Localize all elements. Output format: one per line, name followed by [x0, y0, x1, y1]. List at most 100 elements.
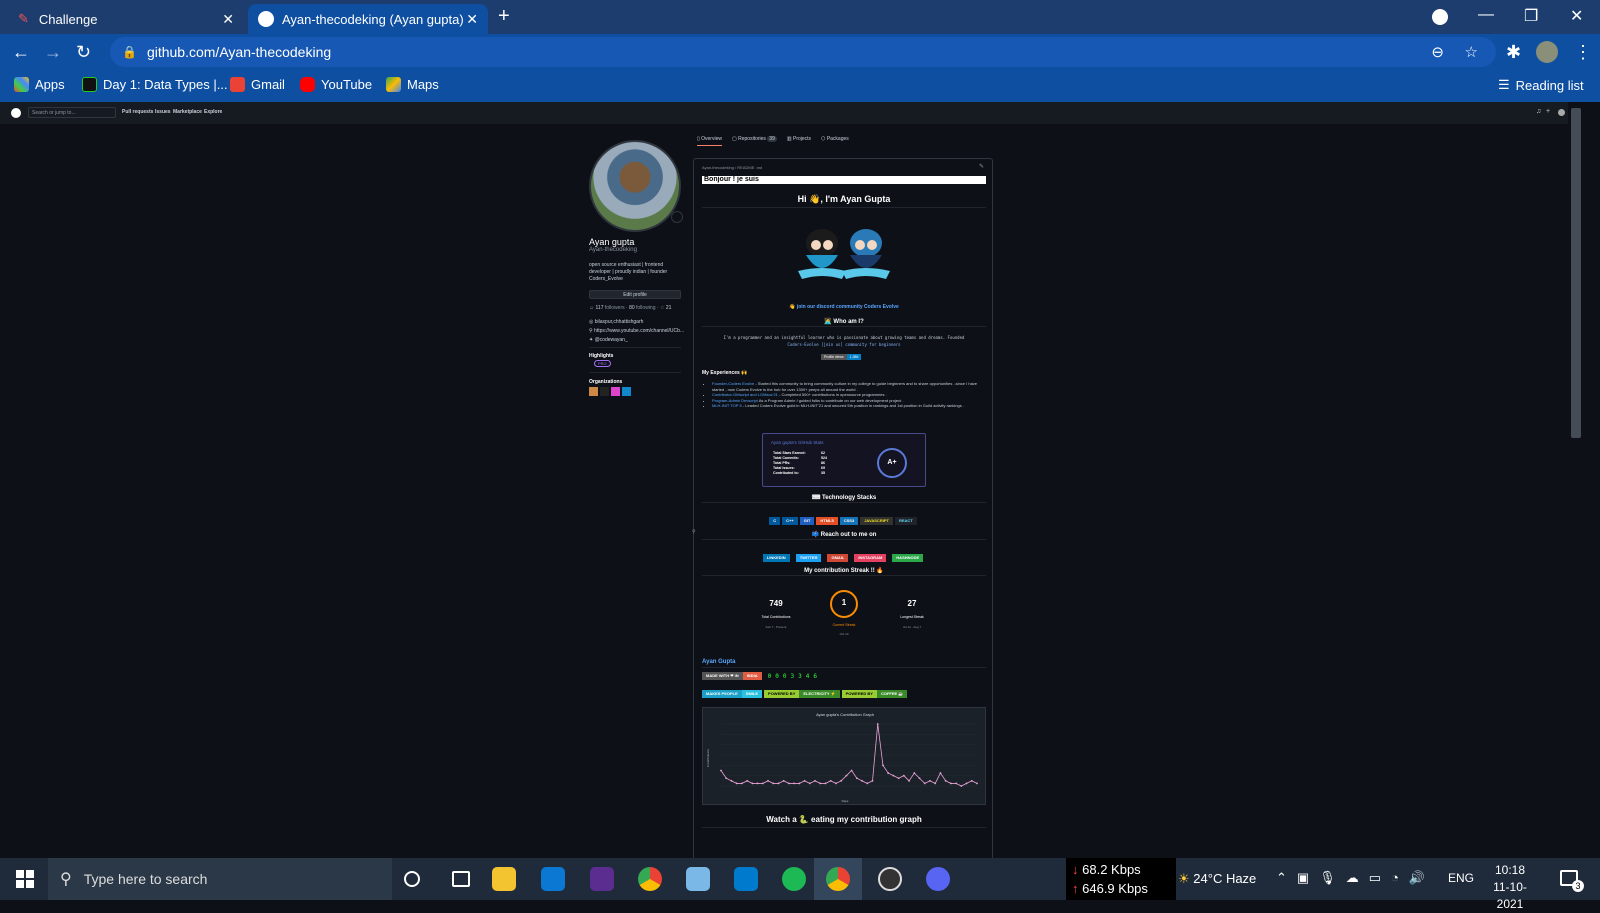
new-tab-button[interactable]: + [498, 5, 510, 28]
github-logo-icon[interactable] [11, 108, 21, 118]
discord-link[interactable]: 👋 join our discord community Coders Evol… [694, 304, 994, 310]
stars-count[interactable]: 21 [666, 305, 672, 311]
github-search-input[interactable]: Search or jump to... [28, 107, 116, 118]
streak-total-range: Feb 7 - Present [765, 625, 787, 629]
tab-challenge[interactable]: ✎ Challenge ✕ [8, 4, 244, 34]
data-point [855, 777, 858, 780]
bookmark-star-icon[interactable]: ☆ [1465, 43, 1478, 61]
badge-gmail[interactable]: GMAIL [827, 554, 849, 562]
volume-icon[interactable]: 🔊 [1409, 870, 1425, 886]
chevron-up-icon[interactable]: ⌃ [1276, 870, 1287, 886]
org-avatar[interactable] [622, 387, 631, 396]
tab-projects[interactable]: ▥ Projects [787, 136, 811, 146]
following-count[interactable]: 80 [629, 305, 635, 311]
language-indicator[interactable]: ENG [1448, 871, 1474, 885]
counter-digit: 3 [790, 672, 795, 680]
spotify-icon[interactable] [782, 867, 806, 891]
experience-link[interactable]: Contributor-Girlscript and LGMsoc'21 [712, 392, 778, 397]
twitter[interactable]: ✦ @codewayan_ [589, 337, 628, 343]
bookmark-maps[interactable]: Maps [386, 77, 439, 92]
address-bar[interactable]: 🔒 github.com/Ayan-thecodeking ⊖ ☆ [110, 37, 1496, 67]
taskbar-search-box[interactable]: ⚲ Type here to search [48, 858, 392, 900]
org-avatar[interactable] [611, 387, 620, 396]
badge-hashnode[interactable]: HASHNODE [892, 554, 924, 562]
fun-badges: MAKES PEOPLE SMILE POWERED BY ELECTRICITY … [702, 690, 909, 698]
nav-pull-requests[interactable]: Pull requests [122, 109, 153, 115]
org-avatars [589, 387, 631, 396]
close-tab-icon[interactable]: ✕ [222, 11, 234, 28]
mail-icon[interactable] [541, 867, 565, 891]
twitter-handle[interactable]: @codewayan_ [595, 337, 628, 343]
battery-icon[interactable]: ▭ [1369, 870, 1381, 886]
bookmark-gmail[interactable]: Gmail [230, 77, 285, 92]
minimize-button[interactable]: — [1478, 6, 1494, 24]
profile-avatar-large[interactable] [589, 140, 681, 232]
experience-link[interactable]: MLH-INIT TOP 5 [712, 403, 742, 408]
menu-icon[interactable]: ⋮ [1574, 42, 1592, 63]
tab-github-profile[interactable]: Ayan-thecodeking (Ayan gupta) ✕ [248, 4, 488, 34]
tab-search-icon[interactable] [1432, 9, 1448, 25]
create-new-icon[interactable]: + [1546, 108, 1550, 115]
badge-twitter[interactable]: TWITTER [795, 554, 822, 562]
visual-studio-icon[interactable] [590, 867, 614, 891]
profile-avatar[interactable] [1536, 41, 1558, 63]
restore-button[interactable]: ❐ [1524, 6, 1538, 26]
org-avatar[interactable] [589, 387, 598, 396]
badge-instagram[interactable]: INSTAGRAM [854, 554, 887, 562]
zoom-icon[interactable]: ⊖ [1431, 43, 1444, 61]
notepad-icon[interactable] [686, 867, 710, 891]
badge-powered-by: POWERED BY [841, 690, 877, 698]
followers-count[interactable]: 117 [596, 305, 604, 311]
onedrive-icon[interactable]: ☁ [1346, 870, 1359, 886]
edit-readme-icon[interactable]: ✎ [979, 163, 984, 170]
bookmark-hackerrank[interactable]: Day 1: Data Types |... [82, 77, 228, 92]
wifi-icon[interactable]: ◔ [1391, 870, 1399, 886]
chrome-icon[interactable] [638, 867, 662, 891]
scrollbar-thumb[interactable] [1571, 108, 1581, 438]
nav-issues[interactable]: Issues [155, 109, 171, 115]
vscode-icon[interactable] [734, 867, 758, 891]
reading-list-button[interactable]: ☰ Reading list [1498, 77, 1584, 93]
cortana-icon[interactable] [404, 871, 420, 887]
weather[interactable]: ☀ 24°C Haze [1178, 871, 1256, 887]
file-explorer-icon[interactable] [492, 867, 516, 891]
task-view-icon[interactable] [452, 871, 470, 887]
meet-icon[interactable]: ▣ [1297, 870, 1309, 886]
microphone-icon[interactable]: 🎙 [1319, 870, 1336, 886]
clock[interactable]: 10:18 11-10-2021 [1480, 862, 1540, 913]
data-point [761, 782, 764, 785]
tab-overview[interactable]: ▯ Overview [697, 136, 722, 146]
experience-link[interactable]: Program-Admin Devscript [712, 398, 758, 403]
nav-explore[interactable]: Explore [204, 109, 222, 115]
forward-icon[interactable]: → [44, 42, 62, 63]
reload-icon[interactable]: ↻ [76, 42, 91, 63]
ayan-gupta-link[interactable]: Ayan Gupta [702, 659, 735, 665]
user-avatar[interactable] [1558, 109, 1565, 116]
extensions-icon[interactable]: ✱ [1506, 42, 1521, 63]
close-tab-icon[interactable]: ✕ [466, 11, 478, 28]
start-button[interactable] [16, 870, 34, 888]
org-avatar[interactable] [600, 387, 609, 396]
nav-marketplace[interactable]: Marketplace [173, 109, 202, 115]
notifications-icon[interactable]: ♫ [1536, 108, 1541, 115]
bookmark-label: YouTube [321, 77, 373, 92]
edit-profile-button[interactable]: Edit profile [589, 290, 681, 299]
status-emoji-icon[interactable] [671, 211, 683, 223]
website[interactable]: ⚲ https://www.youtube.com/channel/UCb... [589, 328, 684, 334]
tab-packages[interactable]: ⬡ Packages [821, 136, 849, 146]
tab-repositories[interactable]: ▢ Repositories 39 [732, 136, 777, 146]
close-window-button[interactable]: ✕ [1570, 6, 1583, 26]
repo-count-badge: 39 [767, 136, 777, 142]
back-icon[interactable]: ← [12, 42, 30, 63]
counter-digit: 6 [813, 672, 817, 680]
bookmark-apps[interactable]: Apps [14, 77, 65, 92]
data-point [897, 777, 900, 780]
experience-link[interactable]: Founder-Coders Evolve [712, 381, 754, 386]
badge-linkedin[interactable]: LINKEDIN [762, 554, 790, 562]
chrome-active-icon[interactable] [826, 867, 850, 891]
badge-powered-by: POWERED BY [764, 690, 800, 698]
obs-icon[interactable] [878, 867, 902, 891]
bookmark-youtube[interactable]: YouTube [300, 77, 372, 92]
website-link[interactable]: https://www.youtube.com/channel/UCb... [594, 328, 684, 334]
discord-icon[interactable] [926, 867, 950, 891]
